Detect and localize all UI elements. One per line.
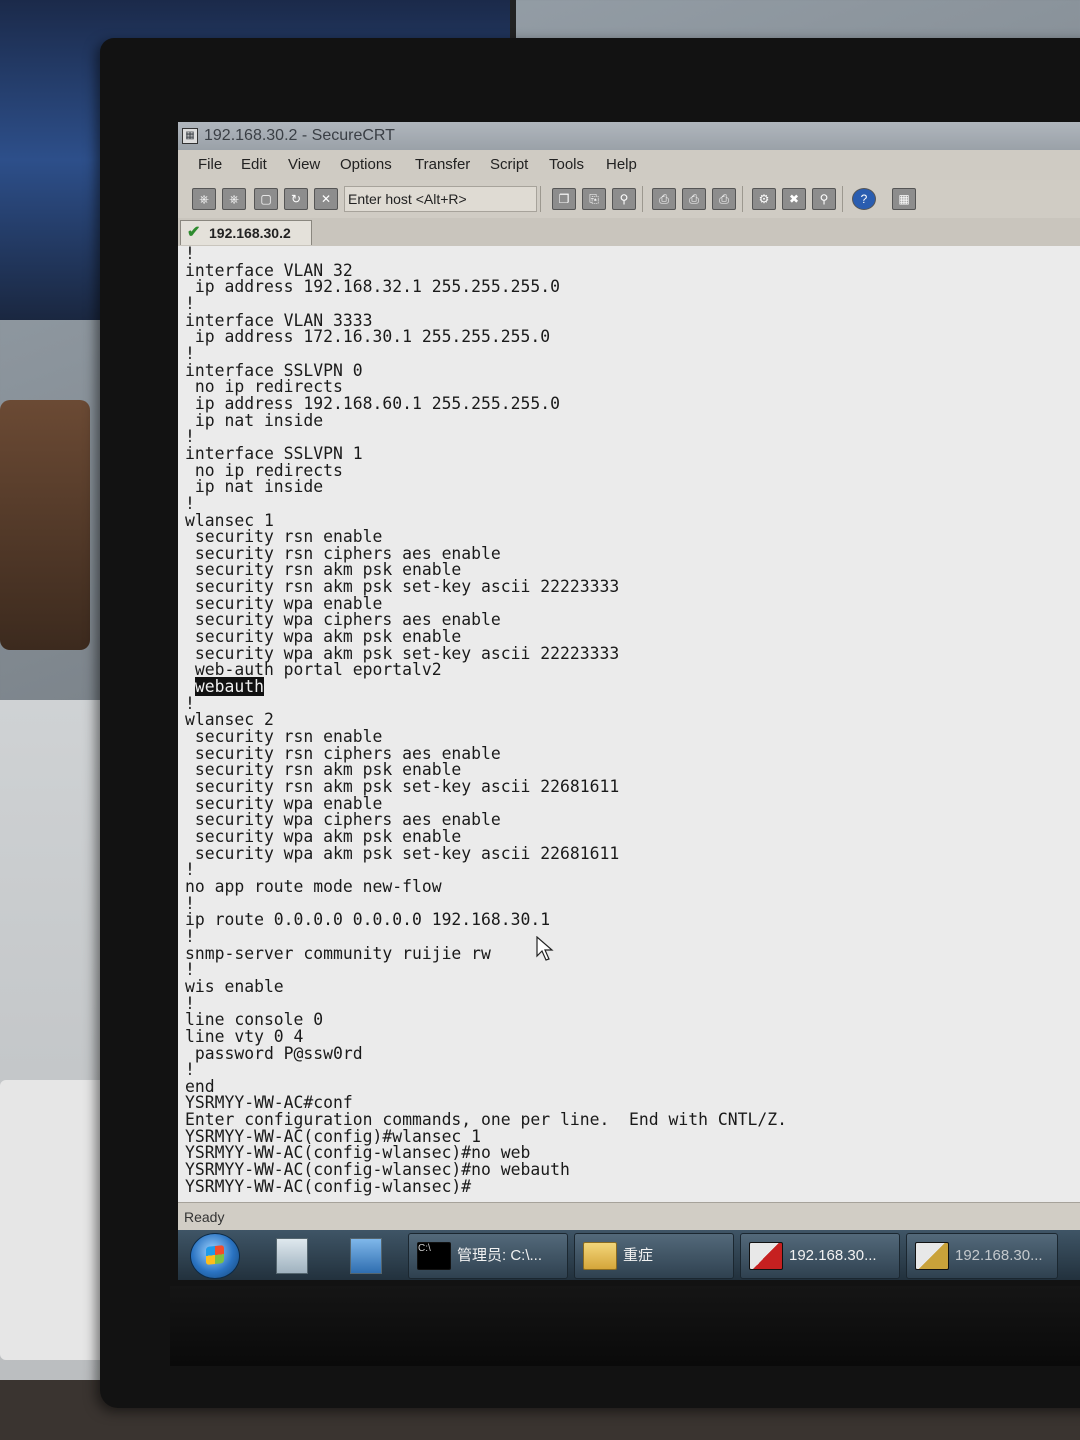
global-options-icon[interactable]: ✖ xyxy=(782,188,806,210)
help-icon[interactable]: ? xyxy=(852,188,876,210)
terminal-line: YSRMYY-WW-AC(config-wlansec)# xyxy=(185,1176,472,1196)
menu-view[interactable]: View xyxy=(288,150,320,180)
host-input[interactable]: Enter host <Alt+R> xyxy=(344,186,537,212)
terminal-line: password P@ssw0rd xyxy=(185,1043,363,1063)
securecrt-icon xyxy=(749,1242,783,1270)
toolbar-separator xyxy=(842,186,843,212)
cmd-icon: C:\ xyxy=(417,1242,451,1270)
taskbar-item-securecrt-2[interactable]: 192.168.30... xyxy=(906,1233,1058,1279)
print-icon[interactable]: ⎙ xyxy=(652,188,676,210)
terminal-line: line vty 0 4 xyxy=(185,1026,304,1046)
reconnect-icon[interactable]: ↻ xyxy=(284,188,308,210)
session-tab-strip: ✔ 192.168.30.2 xyxy=(178,218,1080,246)
disconnect-icon[interactable]: ✕ xyxy=(314,188,338,210)
connect-icon[interactable]: ⎈ xyxy=(192,188,216,210)
window-title: 192.168.30.2 - SecureCRT xyxy=(204,127,395,144)
terminal-line: wis enable xyxy=(185,976,284,996)
taskbar-item-securecrt-1[interactable]: 192.168.30... xyxy=(740,1233,900,1279)
taskbar-item-label: 重症 xyxy=(623,1247,654,1264)
terminal-line: ip nat inside xyxy=(185,477,324,497)
background-chair xyxy=(0,400,90,650)
quick-connect-icon[interactable]: ⎈ xyxy=(222,188,246,210)
terminal-line: ip route 0.0.0.0 0.0.0.0 192.168.30.1 xyxy=(185,910,551,930)
mouse-pointer-icon xyxy=(536,936,554,961)
terminal-line: ip address 172.16.30.1 255.255.255.0 xyxy=(185,327,551,347)
check-icon: ✔ xyxy=(187,224,201,241)
terminal-line: ip address 192.168.32.1 255.255.255.0 xyxy=(185,277,560,297)
menu-help[interactable]: Help xyxy=(606,150,637,180)
about-icon[interactable]: ▦ xyxy=(892,188,916,210)
start-button[interactable] xyxy=(190,1233,240,1279)
session-tab[interactable]: ✔ 192.168.30.2 xyxy=(180,220,312,245)
copy-icon[interactable]: ❐ xyxy=(552,188,576,210)
taskbar-item-label: 管理员: C:\... xyxy=(457,1247,543,1264)
toolbar-separator xyxy=(742,186,743,212)
terminal-line: no app route mode new-flow xyxy=(185,876,442,896)
taskbar-item-label: 192.168.30... xyxy=(955,1247,1043,1264)
toolbar-separator xyxy=(540,186,541,212)
app-icon: ▦ xyxy=(182,128,198,144)
terminal-area[interactable]: ! interface VLAN 32 ip address 192.168.32… xyxy=(178,246,1080,1202)
calculator-icon[interactable] xyxy=(276,1238,308,1274)
terminal-line: web-auth portal eportalv2 xyxy=(185,660,442,680)
find-icon[interactable]: ⚲ xyxy=(612,188,636,210)
terminal-line: ! xyxy=(185,1060,195,1080)
monitor-chin xyxy=(170,1286,1080,1366)
terminal-line: snmp-server community ruijie rw xyxy=(185,943,491,963)
terminal-line: ip nat inside xyxy=(185,410,324,430)
session-tab-label: 192.168.30.2 xyxy=(209,225,291,241)
toolbar: ⎈ ⎈ ▢ ↻ ✕ Enter host <Alt+R> ❐ ⎘ ⚲ ⎙ ⎙ ⎙… xyxy=(178,180,1080,219)
remote-desktop-icon[interactable] xyxy=(350,1238,382,1274)
session-options-icon[interactable]: ⚙ xyxy=(752,188,776,210)
selected-text: webauth xyxy=(194,677,264,697)
connect-tab-icon[interactable]: ▢ xyxy=(254,188,278,210)
paste-icon[interactable]: ⎘ xyxy=(582,188,606,210)
terminal-output: ! interface VLAN 32 ip address 192.168.32… xyxy=(185,246,787,1195)
securecrt-icon xyxy=(915,1242,949,1270)
windows-logo-icon xyxy=(206,1245,224,1265)
taskbar-item-label: 192.168.30... xyxy=(789,1247,877,1264)
taskbar: C:\ 管理员: C:\... 重症 192.168.30... 192.168… xyxy=(178,1230,1080,1280)
taskbar-item-cmd[interactable]: C:\ 管理员: C:\... xyxy=(408,1233,568,1279)
status-bar: Ready xyxy=(178,1202,1080,1231)
menu-script[interactable]: Script xyxy=(490,150,528,180)
power-strip xyxy=(0,1080,110,1360)
status-text: Ready xyxy=(184,1209,225,1225)
menu-bar: File Edit View Options Transfer Script T… xyxy=(178,150,1080,180)
printer-icon[interactable]: ⎙ xyxy=(712,188,736,210)
print-selection-icon[interactable]: ⎙ xyxy=(682,188,706,210)
menu-file[interactable]: File xyxy=(198,150,222,180)
menu-edit[interactable]: Edit xyxy=(241,150,267,180)
toolbar-separator xyxy=(642,186,643,212)
menu-transfer[interactable]: Transfer xyxy=(415,150,470,180)
terminal-line: ! xyxy=(185,493,195,513)
title-bar: ▦ 192.168.30.2 - SecureCRT xyxy=(178,122,1080,150)
terminal-line: security wpa akm psk set-key ascii 22681… xyxy=(185,843,620,863)
terminal-line: ! xyxy=(185,693,195,713)
terminal-line: webauth xyxy=(185,677,787,697)
menu-tools[interactable]: Tools xyxy=(549,150,584,180)
menu-options[interactable]: Options xyxy=(340,150,392,180)
keymap-icon[interactable]: ⚲ xyxy=(812,188,836,210)
folder-icon xyxy=(583,1242,617,1270)
securecrt-window: ▦ 192.168.30.2 - SecureCRT File Edit Vie… xyxy=(178,122,1080,1280)
taskbar-item-folder[interactable]: 重症 xyxy=(574,1233,734,1279)
